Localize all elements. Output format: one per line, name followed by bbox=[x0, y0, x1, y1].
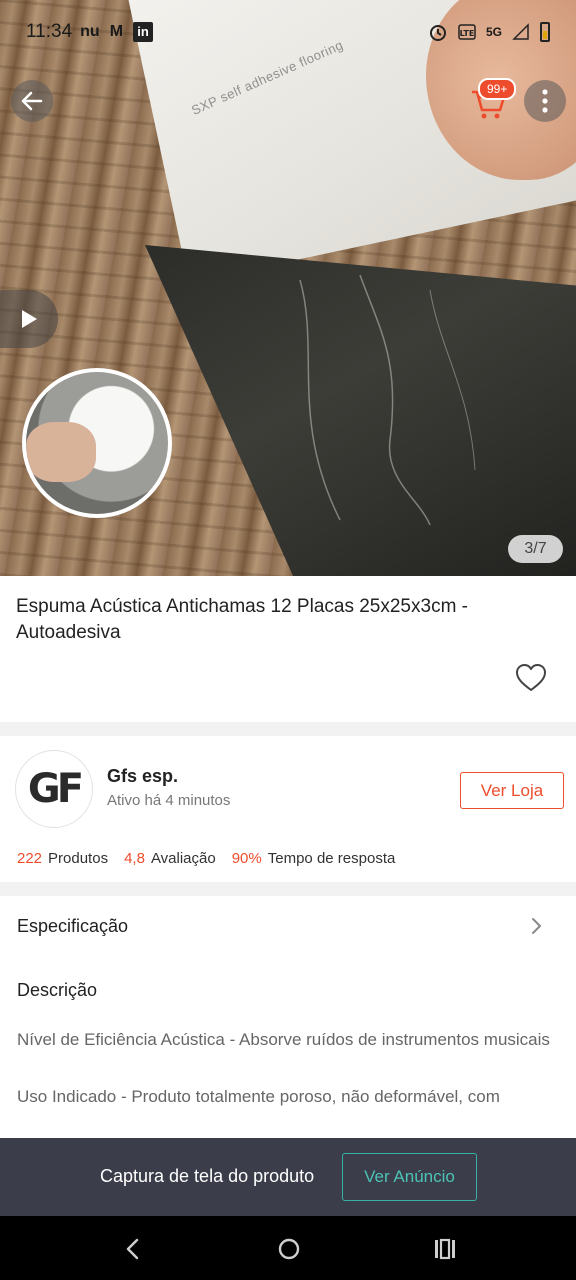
volte-icon: LTE bbox=[458, 24, 476, 40]
status-time: 11:34 bbox=[26, 21, 73, 42]
stat-value: 4,8 bbox=[124, 850, 145, 867]
section-divider bbox=[0, 722, 576, 736]
shop-logo-text: GF bbox=[27, 766, 84, 812]
stat-label: Avaliação bbox=[150, 850, 216, 867]
linkedin-icon: in bbox=[133, 22, 154, 42]
stat-products: 222 Produtos bbox=[17, 850, 108, 867]
video-thumbnail[interactable] bbox=[22, 368, 172, 518]
heart-icon[interactable] bbox=[514, 661, 548, 695]
stat-response-time: 90% Tempo de resposta bbox=[232, 850, 396, 867]
description-heading: Descrição bbox=[17, 980, 98, 1000]
status-bar: 11:34 nu M in LTE 5G bbox=[0, 0, 576, 64]
alarm-icon bbox=[429, 25, 446, 41]
shop-section: GF Gfs esp. Ativo há 4 minutos Ver Loja … bbox=[0, 736, 576, 882]
vertical-dots-icon bbox=[542, 89, 548, 113]
notification-icons: nu M in bbox=[80, 22, 154, 42]
image-page-counter: 3/7 bbox=[508, 535, 563, 563]
play-video-button[interactable] bbox=[0, 290, 58, 348]
network-type: 5G bbox=[485, 25, 502, 39]
stat-label: Produtos bbox=[48, 850, 109, 867]
nav-back-icon[interactable] bbox=[118, 1234, 148, 1264]
specification-label: Especificação bbox=[17, 916, 129, 936]
product-screenshot-banner: Captura de tela do produto Ver Anúncio bbox=[0, 1138, 576, 1216]
more-options-button[interactable] bbox=[524, 80, 566, 122]
nubank-icon: nu bbox=[80, 23, 100, 40]
signal-icon bbox=[512, 23, 529, 40]
chevron-right-icon bbox=[532, 918, 541, 934]
banner-text: Captura de tela do produto bbox=[100, 1166, 315, 1186]
stat-value: 222 bbox=[17, 850, 43, 867]
view-listing-button[interactable]: Ver Anúncio bbox=[342, 1153, 477, 1201]
system-status-icons: LTE 5G bbox=[428, 22, 550, 42]
stat-value: 90% bbox=[231, 850, 262, 867]
cart-count-badge: 99+ bbox=[478, 78, 517, 100]
svg-text:LTE: LTE bbox=[460, 29, 475, 38]
gmail-icon: M bbox=[109, 23, 124, 40]
stat-rating: 4,8 Avaliação bbox=[124, 850, 216, 867]
tile-texture-lines bbox=[299, 274, 476, 526]
arrow-left-icon bbox=[21, 91, 43, 111]
back-button[interactable] bbox=[11, 80, 53, 122]
play-icon bbox=[22, 310, 37, 328]
visit-shop-button[interactable]: Ver Loja bbox=[460, 772, 564, 809]
shop-name[interactable]: Gfs esp. bbox=[107, 766, 178, 787]
specification-row[interactable]: Especificação bbox=[0, 896, 576, 958]
nav-recents-icon[interactable] bbox=[430, 1234, 460, 1264]
battery-icon bbox=[540, 22, 550, 42]
product-title: Espuma Acústica Antichamas 12 Placas 25x… bbox=[16, 596, 469, 643]
system-navigation-bar bbox=[0, 1216, 576, 1280]
description-paragraph: Uso Indicado - Produto totalmente poroso… bbox=[17, 1087, 500, 1106]
section-divider bbox=[0, 882, 576, 896]
shop-active-status: Ativo há 4 minutos bbox=[107, 792, 231, 809]
product-title-section: Espuma Acústica Antichamas 12 Placas 25x… bbox=[0, 576, 576, 722]
shop-avatar[interactable]: GF bbox=[15, 750, 93, 828]
stat-label: Tempo de resposta bbox=[267, 850, 396, 867]
thumbnail-image bbox=[26, 422, 96, 482]
nav-home-icon[interactable] bbox=[274, 1234, 304, 1264]
description-section: Descrição Nível de Eficiência Acústica -… bbox=[0, 958, 576, 1138]
shop-stats: 222 Produtos 4,8 Avaliação 90% Tempo de res… bbox=[17, 850, 395, 867]
description-paragraph: Nível de Eficiência Acústica - Absorve r… bbox=[17, 1030, 550, 1049]
